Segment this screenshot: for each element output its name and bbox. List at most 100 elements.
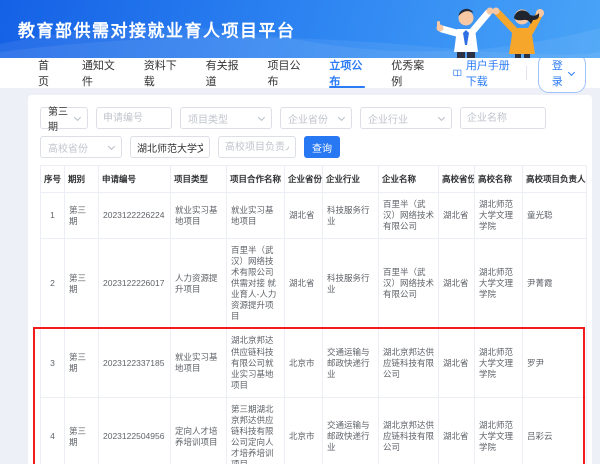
company-industry-select[interactable]: 企业行业 <box>360 107 452 129</box>
table-cell: 第三期 <box>65 397 99 464</box>
column-header: 项目合作名称 <box>227 166 285 193</box>
table-cell: 科技服务行业 <box>323 239 379 329</box>
nav-divider <box>526 66 527 80</box>
table-cell: 百里半（武汉）网络技术有限公司 <box>379 239 439 329</box>
main-nav: 首页 通知文件 资料下载 有关报道 项目公布 立项公布 优秀案例 用户手册下载 … <box>0 58 600 88</box>
projects-table: 序号期别申请编号项目类型项目合作名称企业省份企业行业企业名称高校省份高校名称高校… <box>40 165 587 464</box>
nav-item-home[interactable]: 首页 <box>38 58 56 88</box>
company-industry-placeholder: 企业行业 <box>368 111 408 126</box>
table-cell: 2023122337185 <box>99 329 171 397</box>
university-leader-input[interactable] <box>218 136 296 158</box>
login-button[interactable]: 登录 <box>538 53 586 93</box>
table-cell: 湖北省 <box>439 239 475 329</box>
university-name-input[interactable] <box>130 136 210 158</box>
table-cell: 就业实习基地项目 <box>171 193 227 239</box>
table-cell: 童光聪 <box>523 193 587 239</box>
table-cell: 湖北省 <box>439 397 475 464</box>
user-manual-download-link[interactable]: 用户手册下载 <box>453 57 514 89</box>
nav-item-project-announcement[interactable]: 项目公布 <box>268 58 304 88</box>
app-banner: 教育部供需对接就业育人项目平台 <box>0 0 600 58</box>
project-type-placeholder: 项目类型 <box>188 111 228 126</box>
table-cell: 定向人才培养培训项目 <box>171 397 227 464</box>
chevron-down-icon <box>568 68 575 75</box>
table-cell: 交通运输与邮政快递行业 <box>323 397 379 464</box>
high-five-illustration-icon <box>412 0 592 58</box>
table-cell: 百里半（武汉）网络技术有限公司 <box>379 193 439 239</box>
column-header: 项目类型 <box>171 166 227 193</box>
table-cell: 湖北师范大学文理学院 <box>475 193 523 239</box>
table-cell: 湖北京邦达供应链科技有限公司 <box>379 397 439 464</box>
table-cell: 2 <box>41 239 65 329</box>
filter-row-1: 第三期 项目类型 企业省份 企业行业 <box>40 107 586 129</box>
results-card: 第三期 项目类型 企业省份 企业行业 <box>28 95 592 464</box>
table-cell: 北京市 <box>285 329 323 397</box>
table-cell: 湖北师范大学文理学院 <box>475 397 523 464</box>
search-button[interactable]: 查询 <box>304 136 340 158</box>
nav-item-cases[interactable]: 优秀案例 <box>391 58 427 88</box>
login-label: 登录 <box>550 57 564 89</box>
table-row[interactable]: 4第三期2023122504956定向人才培养培训项目第三期湖北京邦达供应链科技… <box>41 397 587 464</box>
column-header: 高校省份 <box>439 166 475 193</box>
chevron-down-icon <box>108 142 115 149</box>
column-header: 序号 <box>41 166 65 193</box>
table-cell: 1 <box>41 193 65 239</box>
project-type-select[interactable]: 项目类型 <box>180 107 272 129</box>
application-no-input[interactable] <box>96 107 172 129</box>
phase-select[interactable]: 第三期 <box>40 107 88 129</box>
table-cell: 湖北省 <box>439 193 475 239</box>
company-province-select[interactable]: 企业省份 <box>280 107 352 129</box>
table-cell: 第三期 <box>65 193 99 239</box>
nav-right: 用户手册下载 登录 <box>453 53 586 93</box>
table-row[interactable]: 1第三期2023122226224就业实习基地项目就业实习基地项目湖北省科技服务… <box>41 193 587 239</box>
table-cell: 湖北省 <box>439 329 475 397</box>
table-cell: 第三期 <box>65 239 99 329</box>
table-cell: 科技服务行业 <box>323 193 379 239</box>
table-cell: 吕彩云 <box>523 397 587 464</box>
column-header: 企业省份 <box>285 166 323 193</box>
table-cell: 罗尹 <box>523 329 587 397</box>
table-cell: 北京市 <box>285 397 323 464</box>
table-cell: 第三期 <box>65 329 99 397</box>
table-row[interactable]: 3第三期2023122337185就业实习基地项目湖北京邦达供应链科技有限公司就… <box>41 329 587 397</box>
chevron-down-icon <box>74 113 81 120</box>
filter-row-2: 高校省份 查询 <box>40 136 586 158</box>
table-cell: 湖北省 <box>285 239 323 329</box>
page: 教育部供需对接就业育人项目平台 首页 <box>0 0 600 464</box>
results-table: 序号期别申请编号项目类型项目合作名称企业省份企业行业企业名称高校省份高校名称高校… <box>40 165 586 464</box>
table-cell: 2023122504956 <box>99 397 171 464</box>
company-name-input[interactable] <box>460 107 546 129</box>
table-cell: 4 <box>41 397 65 464</box>
column-header: 高校项目负责人 <box>523 166 587 193</box>
table-cell: 湖北省 <box>285 193 323 239</box>
app-title: 教育部供需对接就业育人项目平台 <box>18 17 296 42</box>
nav-item-notices[interactable]: 通知文件 <box>82 58 118 88</box>
table-header-row: 序号期别申请编号项目类型项目合作名称企业省份企业行业企业名称高校省份高校名称高校… <box>41 166 587 193</box>
nav-item-reports[interactable]: 有关报道 <box>206 58 242 88</box>
table-cell: 百里半（武汉）网络技术有限公司供需对接 就业育人-人力资源提升项目 <box>227 239 285 329</box>
university-province-placeholder: 高校省份 <box>48 140 88 155</box>
nav-item-approval-announcement[interactable]: 立项公布 <box>329 58 365 88</box>
table-row[interactable]: 2第三期2023122226017人力资源提升项目百里半（武汉）网络技术有限公司… <box>41 239 587 329</box>
table-cell: 湖北师范大学文理学院 <box>475 239 523 329</box>
nav-item-downloads[interactable]: 资料下载 <box>144 58 180 88</box>
table-cell: 湖北师范大学文理学院 <box>475 329 523 397</box>
table-cell: 2023122226017 <box>99 239 171 329</box>
table-cell: 人力资源提升项目 <box>171 239 227 329</box>
table-cell: 就业实习基地项目 <box>227 193 285 239</box>
column-header: 企业行业 <box>323 166 379 193</box>
column-header: 企业名称 <box>379 166 439 193</box>
table-cell: 2023122226224 <box>99 193 171 239</box>
column-header: 期别 <box>65 166 99 193</box>
content-area: 第三期 项目类型 企业省份 企业行业 <box>0 88 600 464</box>
chevron-down-icon <box>438 113 445 120</box>
university-province-select[interactable]: 高校省份 <box>40 136 122 158</box>
table-cell: 尹菁霞 <box>523 239 587 329</box>
book-icon <box>453 67 462 79</box>
column-header: 高校名称 <box>475 166 523 193</box>
phase-select-value: 第三期 <box>48 103 75 133</box>
table-cell: 3 <box>41 329 65 397</box>
column-header: 申请编号 <box>99 166 171 193</box>
company-province-placeholder: 企业省份 <box>288 111 328 126</box>
filter-bar: 第三期 项目类型 企业省份 企业行业 <box>40 107 586 158</box>
chevron-down-icon <box>258 113 265 120</box>
